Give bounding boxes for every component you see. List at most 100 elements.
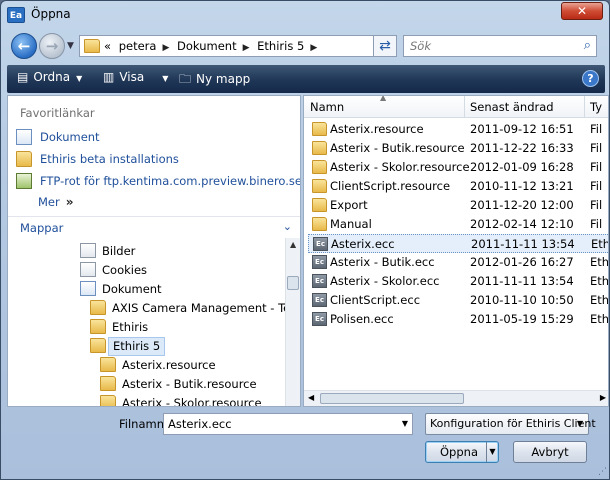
filename-field[interactable]: Asterix.ecc ▼ [163,413,413,435]
address-bar[interactable]: « petera ▶ Dokument ▶ Ethiris 5 ▶ [79,35,397,57]
open-button[interactable]: Öppna ▼ [425,441,499,463]
folder-tree-scrollbar[interactable]: ▲ [285,238,300,406]
scrollbar-thumb[interactable] [320,393,464,404]
new-folder-icon: 🗀 [179,72,192,86]
chevron-right-icon[interactable]: ▶ [162,43,169,53]
scroll-up-icon[interactable]: ▲ [290,240,296,249]
file-list-scrollbar[interactable]: ◀ ▶ [304,390,608,406]
chevron-right-icon[interactable]: ▶ [243,43,250,53]
more-link[interactable]: Mer » [38,195,74,209]
file-type: Fil [590,141,603,155]
forward-button[interactable]: → [39,33,65,59]
file-row[interactable]: Ec Asterix - Butik.ecc 2012-01-26 16:27 Eth [308,253,608,272]
new-folder-label: Ny mapp [196,72,251,86]
filename-value: Asterix.ecc [168,417,232,431]
file-name: Polisen.ecc [330,312,394,326]
file-row[interactable]: ClientScript.resource 2010-11-12 13:21 Fil [308,177,608,196]
breadcrumb-item-ethiris-5[interactable]: Ethiris 5 [257,39,304,53]
folder-icon [312,160,327,174]
tree-item-label: Asterix.resource [122,358,216,372]
tree-item-label: Cookies [102,263,148,277]
tree-item-label: Ethiris 5 [108,337,166,356]
file-row[interactable]: Asterix.resource 2011-09-12 16:51 Fil [308,120,608,139]
folder-icon [312,141,327,155]
file-date-modified: 2011-11-11 13:54 [471,237,575,251]
folder-icon [312,217,327,231]
help-button[interactable]: ? [582,70,599,87]
documents-icon [16,129,32,145]
organize-menu[interactable]: ▤ Ordna ▼ [17,70,82,84]
file-name: Asterix - Skolor.resource [330,160,470,174]
file-type: Fil [590,160,603,174]
ftp-icon [16,173,32,189]
search-icon: ⌕ [583,38,591,53]
view-menu[interactable]: ▥ Visa ▼ [103,70,168,84]
file-type-value: Konfiguration för Ethiris Client [430,417,596,430]
cancel-button[interactable]: Avbryt [513,441,587,463]
new-folder-button[interactable]: 🗀 Ny mapp [179,70,250,91]
folder-icon [312,122,327,136]
search-input[interactable]: Sök ⌕ [403,35,597,57]
scroll-left-icon[interactable]: ◀ [308,393,314,402]
recent-pages-dropdown[interactable]: ▼ [67,41,74,51]
file-name: Manual [330,217,372,231]
view-label: Visa [119,70,145,84]
file-row[interactable]: Manual 2012-02-14 12:10 Fil [308,215,608,234]
search-placeholder: Sök [410,39,431,53]
file-date-modified: 2011-05-19 15:29 [470,312,574,326]
file-row[interactable]: Ec Asterix.ecc 2011-11-11 13:54 Eth [308,234,608,253]
file-date-modified: 2011-11-11 13:54 [470,274,574,288]
favorite-label: Ethiris beta installations [40,152,179,166]
column-date-modified[interactable]: Senast ändrad [470,100,554,114]
file-type: Eth [590,293,609,307]
ecc-file-icon: Ec [312,293,327,307]
column-divider[interactable] [464,96,465,118]
folder-icon [84,39,100,53]
chevron-down-icon: ▼ [76,74,83,83]
favorite-label: Dokument [40,130,100,144]
file-type-select[interactable]: Konfiguration för Ethiris Client ▼ [425,413,596,435]
address-row: ← → ▼ « petera ▶ Dokument ▶ Ethiris 5 ▶ ⇄ S… [1,29,609,63]
tree-item-label: Dokument [102,282,162,296]
open-file-dialog: Ea Öppna ✕ ← → ▼ « petera ▶ Dokument ▶ Eth… [0,0,610,480]
chevron-down-icon: ⌄ [282,220,292,233]
breadcrumb-item-dokument[interactable]: Dokument [177,39,237,53]
ecc-file-icon: Ec [312,255,327,269]
refresh-icon: ⇄ [379,38,391,54]
scroll-right-icon[interactable]: ▶ [600,393,606,402]
file-row[interactable]: Ec Polisen.ecc 2011-05-19 15:29 Eth [308,310,608,329]
close-button[interactable]: ✕ [561,2,603,20]
file-row[interactable]: Ec Asterix - Skolor.ecc 2011-11-11 13:54 Et… [308,272,608,291]
folder-icon [100,357,116,372]
column-type[interactable]: Ty [590,100,602,114]
file-date-modified: 2011-12-22 16:33 [470,141,574,155]
breadcrumb-overflow[interactable]: « [104,39,111,53]
file-date-modified: 2010-11-12 13:21 [470,179,574,193]
column-divider[interactable] [584,96,585,118]
chevron-down-icon[interactable]: ▼ [402,419,408,428]
open-label: Öppna [440,445,478,459]
resize-grip-icon[interactable]: ⋰ [598,467,607,477]
file-date-modified: 2011-09-12 16:51 [470,122,574,136]
file-row[interactable]: Export 2011-12-20 12:00 Fil [308,196,608,215]
tree-item-label: Bilder [102,244,136,258]
file-row[interactable]: Ec ClientScript.ecc 2010-11-10 10:50 Eth [308,291,609,310]
file-type: Fil [590,217,603,231]
chevron-down-icon: ▼ [576,419,583,428]
file-type: Fil [590,122,603,136]
tree-item-label: AXIS Camera Management - Ter [112,301,286,315]
open-options-dropdown[interactable]: ▼ [486,442,498,462]
folders-label: Mappar [20,221,64,235]
file-row[interactable]: Asterix - Skolor.resource 2012-01-09 16:2… [308,158,608,177]
chevron-right-icon[interactable]: ▶ [310,43,317,53]
title-bar: Ea Öppna ✕ [1,1,609,29]
breadcrumb-item-petera[interactable]: petera [119,39,157,53]
file-row[interactable]: Asterix - Butik.resource 2011-12-22 16:33… [308,139,608,158]
scrollbar-thumb[interactable] [287,276,299,290]
back-button[interactable]: ← [11,33,37,59]
column-name[interactable]: Namn [310,100,344,114]
folders-header[interactable]: Mappar ⌄ [8,216,300,238]
file-type: Fil [590,179,603,193]
folder-icon [16,151,32,167]
refresh-button[interactable]: ⇄ [373,35,397,57]
